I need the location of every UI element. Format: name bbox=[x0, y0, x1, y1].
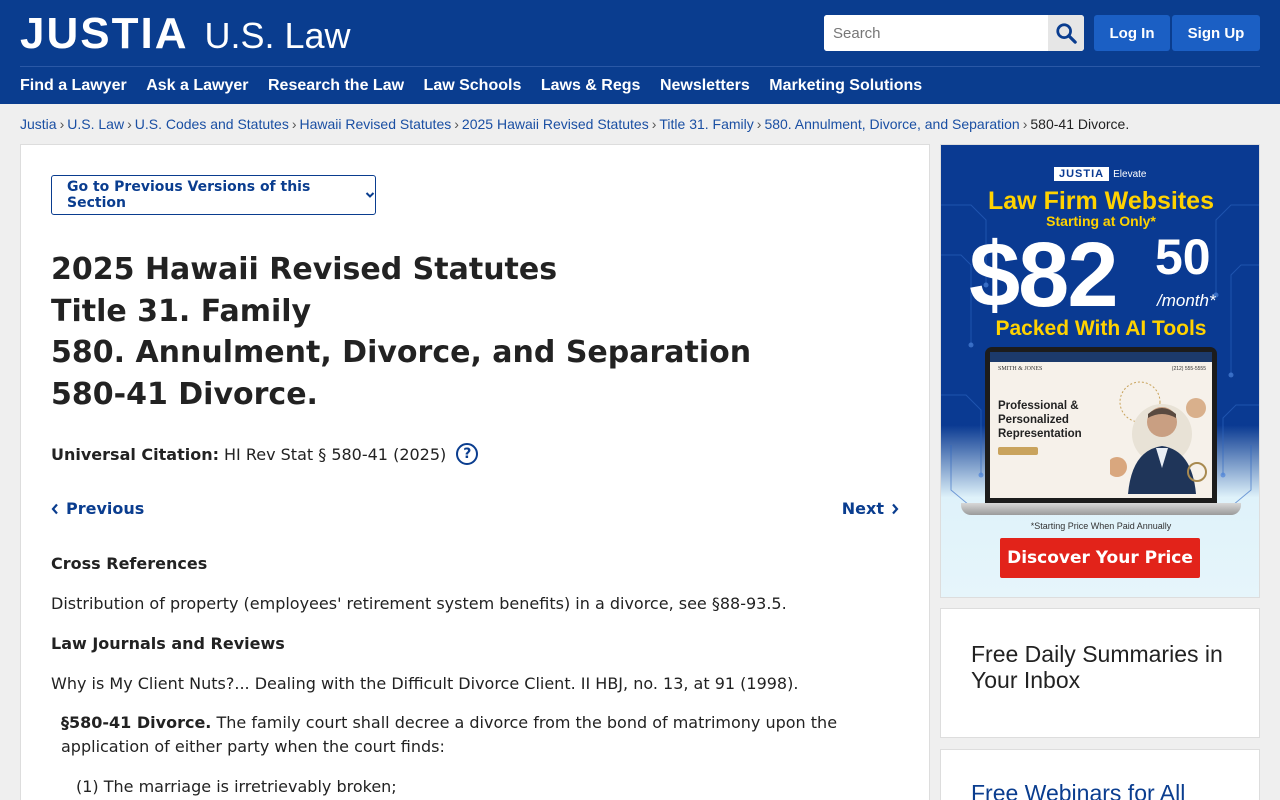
nav-laws-and-regs[interactable]: Laws & Regs bbox=[541, 77, 641, 95]
chevron-left-icon bbox=[51, 503, 59, 515]
title-code-year: 2025 Hawaii Revised Statutes bbox=[51, 252, 558, 287]
logo-section-label: U.S. Law bbox=[204, 15, 351, 56]
law-journals-heading: Law Journals and Reviews bbox=[51, 634, 285, 653]
breadcrumb-separator: › bbox=[651, 116, 657, 132]
logo-wordmark: JUSTIA bbox=[20, 9, 189, 58]
ad-price-dollars: $82 bbox=[969, 224, 1118, 326]
breadcrumb-title-31[interactable]: Title 31. Family bbox=[659, 116, 753, 132]
webinars-card[interactable]: Free Webinars for All bbox=[940, 749, 1260, 800]
statute-panel: Go to Previous Versions of this Section … bbox=[20, 144, 930, 800]
chevron-down-icon bbox=[365, 191, 375, 199]
title-chapter: 580. Annulment, Divorce, and Separation bbox=[51, 335, 752, 370]
ad-fine-print: *Starting Price When Paid Annually bbox=[1030, 521, 1172, 531]
daily-summaries-card[interactable]: Free Daily Summaries in Your Inbox bbox=[940, 608, 1260, 738]
citation-value: HI Rev Stat § 580-41 (2025) bbox=[224, 444, 447, 464]
previous-label: Previous bbox=[66, 499, 145, 518]
search-button[interactable] bbox=[1048, 15, 1084, 51]
breadcrumb-current: 580-41 Divorce. bbox=[1030, 116, 1130, 132]
universal-citation: Universal Citation: HI Rev Stat § 580-41… bbox=[51, 443, 479, 465]
webinars-title: Free Webinars for All bbox=[971, 780, 1186, 800]
ad-headline: Law Firm Websites bbox=[988, 187, 1214, 215]
laptop-cta bbox=[998, 447, 1038, 455]
ad-price-cents: 50 bbox=[1155, 229, 1211, 285]
breadcrumb-separator: › bbox=[454, 116, 459, 132]
breadcrumb-us-codes[interactable]: U.S. Codes and Statutes bbox=[135, 116, 289, 132]
search-box bbox=[824, 15, 1084, 51]
justia-logo[interactable]: JUSTIA U.S. Law bbox=[20, 12, 351, 58]
title-title: Title 31. Family bbox=[51, 293, 312, 329]
breadcrumb-justia[interactable]: Justia bbox=[20, 116, 57, 132]
laptop-firm-name: SMITH & JONES bbox=[998, 366, 1043, 372]
login-button[interactable]: Log In bbox=[1094, 15, 1170, 51]
citation-label: Universal Citation: bbox=[51, 444, 219, 464]
signup-button[interactable]: Sign Up bbox=[1172, 15, 1260, 51]
nav-law-schools[interactable]: Law Schools bbox=[424, 77, 522, 95]
statute-body: §580-41 Divorce. The family court shall … bbox=[61, 711, 891, 759]
nav-marketing-solutions[interactable]: Marketing Solutions bbox=[769, 77, 922, 95]
law-journals-text: Why is My Client Nuts?... Dealing with t… bbox=[51, 674, 799, 693]
ad-badge: JUSTIA Elevate bbox=[1054, 167, 1146, 181]
search-icon bbox=[1056, 23, 1077, 44]
breadcrumb-us-law[interactable]: U.S. Law bbox=[67, 116, 124, 132]
nav-find-a-lawyer[interactable]: Find a Lawyer bbox=[20, 77, 127, 95]
breadcrumb-separator: › bbox=[1022, 116, 1028, 132]
daily-summaries-title: Free Daily Summaries in Your Inbox bbox=[971, 641, 1223, 693]
ad-badge-brand: JUSTIA bbox=[1054, 167, 1110, 181]
previous-versions-button[interactable]: Go to Previous Versions of this Section bbox=[51, 175, 376, 215]
breadcrumb-separator: › bbox=[127, 116, 132, 132]
ad-tagline: Packed With AI Tools bbox=[995, 317, 1207, 340]
search-input[interactable] bbox=[824, 15, 1048, 51]
justia-elevate-ad[interactable]: JUSTIA Elevate Law Firm Websites Startin… bbox=[940, 144, 1260, 598]
laptop-tagline: Professional & Personalized Representati… bbox=[998, 400, 1082, 440]
chevron-right-icon bbox=[891, 503, 899, 515]
laptop-illustration: SMITH & JONES (212) 555-5555 Professiona… bbox=[985, 347, 1217, 503]
next-section-link[interactable]: Next bbox=[842, 499, 899, 518]
ad-badge-product: Elevate bbox=[1113, 168, 1147, 180]
previous-versions-label: Go to Previous Versions of this Section bbox=[67, 179, 311, 211]
breadcrumb-separator: › bbox=[291, 116, 297, 132]
statute-number: §580-41 Divorce. bbox=[61, 713, 212, 732]
next-label: Next bbox=[841, 499, 884, 518]
laptop-base bbox=[961, 503, 1241, 515]
title-section: 580-41 Divorce. bbox=[51, 376, 318, 412]
ad-price-unit: /month* bbox=[1157, 291, 1216, 310]
breadcrumb-separator: › bbox=[756, 116, 762, 132]
nav-ask-a-lawyer[interactable]: Ask a Lawyer bbox=[146, 77, 248, 95]
nav-research-the-law[interactable]: Research the Law bbox=[268, 77, 404, 95]
help-icon[interactable]: ? bbox=[456, 443, 479, 465]
cross-references-text: Distribution of property (employees' ret… bbox=[51, 594, 787, 613]
statute-item: (1) The marriage is irretrievably broken… bbox=[76, 777, 397, 796]
previous-section-link[interactable]: Previous bbox=[51, 499, 144, 518]
breadcrumb-2025-statutes[interactable]: 2025 Hawaii Revised Statutes bbox=[462, 116, 649, 132]
discover-price-button[interactable]: Discover Your Price bbox=[1000, 538, 1200, 578]
attorney-portrait-icon bbox=[1110, 381, 1207, 494]
laptop-screen: SMITH & JONES (212) 555-5555 Professiona… bbox=[990, 352, 1212, 498]
breadcrumb: Justia › U.S. Law › U.S. Codes and Statutes ›… bbox=[20, 116, 1129, 132]
main-nav: Find a Lawyer Ask a Lawyer Research the … bbox=[20, 67, 942, 104]
page-title: 2025 Hawaii Revised Statutes Title 31. F… bbox=[51, 249, 751, 415]
nav-newsletters[interactable]: Newsletters bbox=[660, 77, 750, 95]
laptop-site-nav bbox=[990, 352, 1212, 362]
breadcrumb-chapter-580[interactable]: 580. Annulment, Divorce, and Separation bbox=[764, 116, 1019, 132]
breadcrumb-hawaii-statutes[interactable]: Hawaii Revised Statutes bbox=[300, 116, 452, 132]
breadcrumb-separator: › bbox=[59, 116, 65, 132]
site-header: JUSTIA U.S. Law Log In Sign Up Find a La… bbox=[0, 0, 1280, 104]
cross-references-heading: Cross References bbox=[51, 554, 208, 573]
